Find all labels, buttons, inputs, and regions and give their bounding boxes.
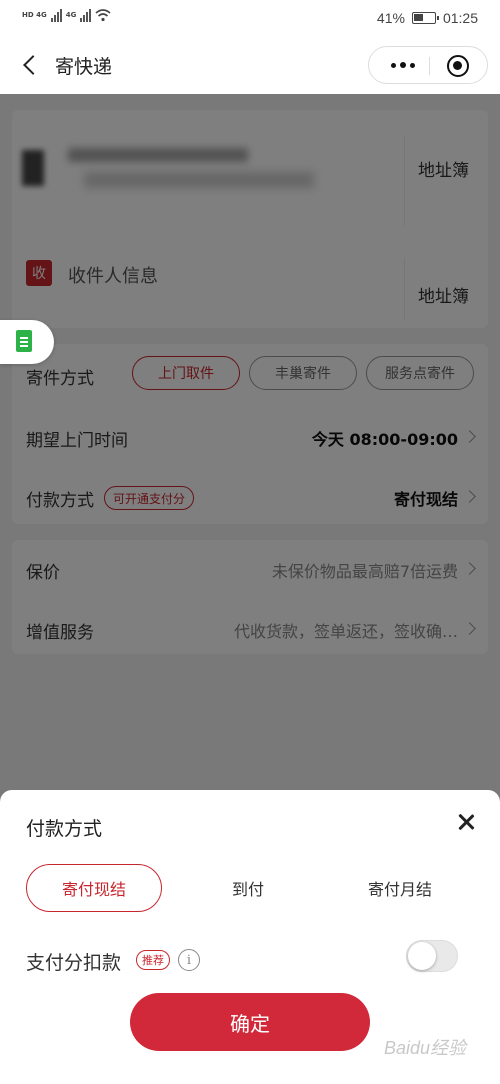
confirm-button[interactable]: 确定 <box>130 993 370 1051</box>
signal-icon <box>50 8 62 22</box>
info-icon[interactable]: i <box>178 949 200 971</box>
back-icon[interactable] <box>18 52 46 80</box>
floating-doc-button[interactable] <box>0 320 54 364</box>
network-type-right: 4G <box>65 11 77 19</box>
pay-option-cash[interactable]: 寄付现结 <box>26 864 162 912</box>
instalment-toggle[interactable] <box>406 940 458 972</box>
payment-method-sheet: 付款方式 寄付现结 到付 寄付月结 支付分扣款 推荐 i 确定 Baidu经验 <box>0 790 500 1084</box>
network-indicators: HD 4G 4G <box>22 8 111 22</box>
page-title: 寄快递 <box>55 56 113 78</box>
more-icon[interactable] <box>385 47 421 83</box>
instalment-label: 支付分扣款 <box>26 952 122 974</box>
baidu-watermark: Baidu经验 <box>384 1038 467 1058</box>
signal-icon <box>80 8 92 22</box>
close-miniprogram-icon[interactable] <box>447 55 469 77</box>
sheet-title: 付款方式 <box>26 818 103 840</box>
battery-icon <box>411 12 439 24</box>
network-type-left: HD 4G <box>22 11 47 19</box>
nav-bar: 寄快递 <box>0 38 500 94</box>
document-icon <box>16 330 32 352</box>
clock: 01:25 <box>442 10 478 26</box>
pay-option-monthly[interactable]: 寄付月结 <box>332 864 468 912</box>
miniprogram-capsule <box>368 46 488 84</box>
capsule-divider <box>429 57 430 75</box>
status-bar: HD 4G 4G 41% 01:25 <box>0 0 500 38</box>
pay-option-cod[interactable]: 到付 <box>180 864 316 912</box>
recommend-tag: 推荐 <box>136 950 170 970</box>
wifi-icon <box>95 9 111 22</box>
close-icon[interactable] <box>454 810 478 834</box>
battery-percent: 41% <box>376 10 405 26</box>
